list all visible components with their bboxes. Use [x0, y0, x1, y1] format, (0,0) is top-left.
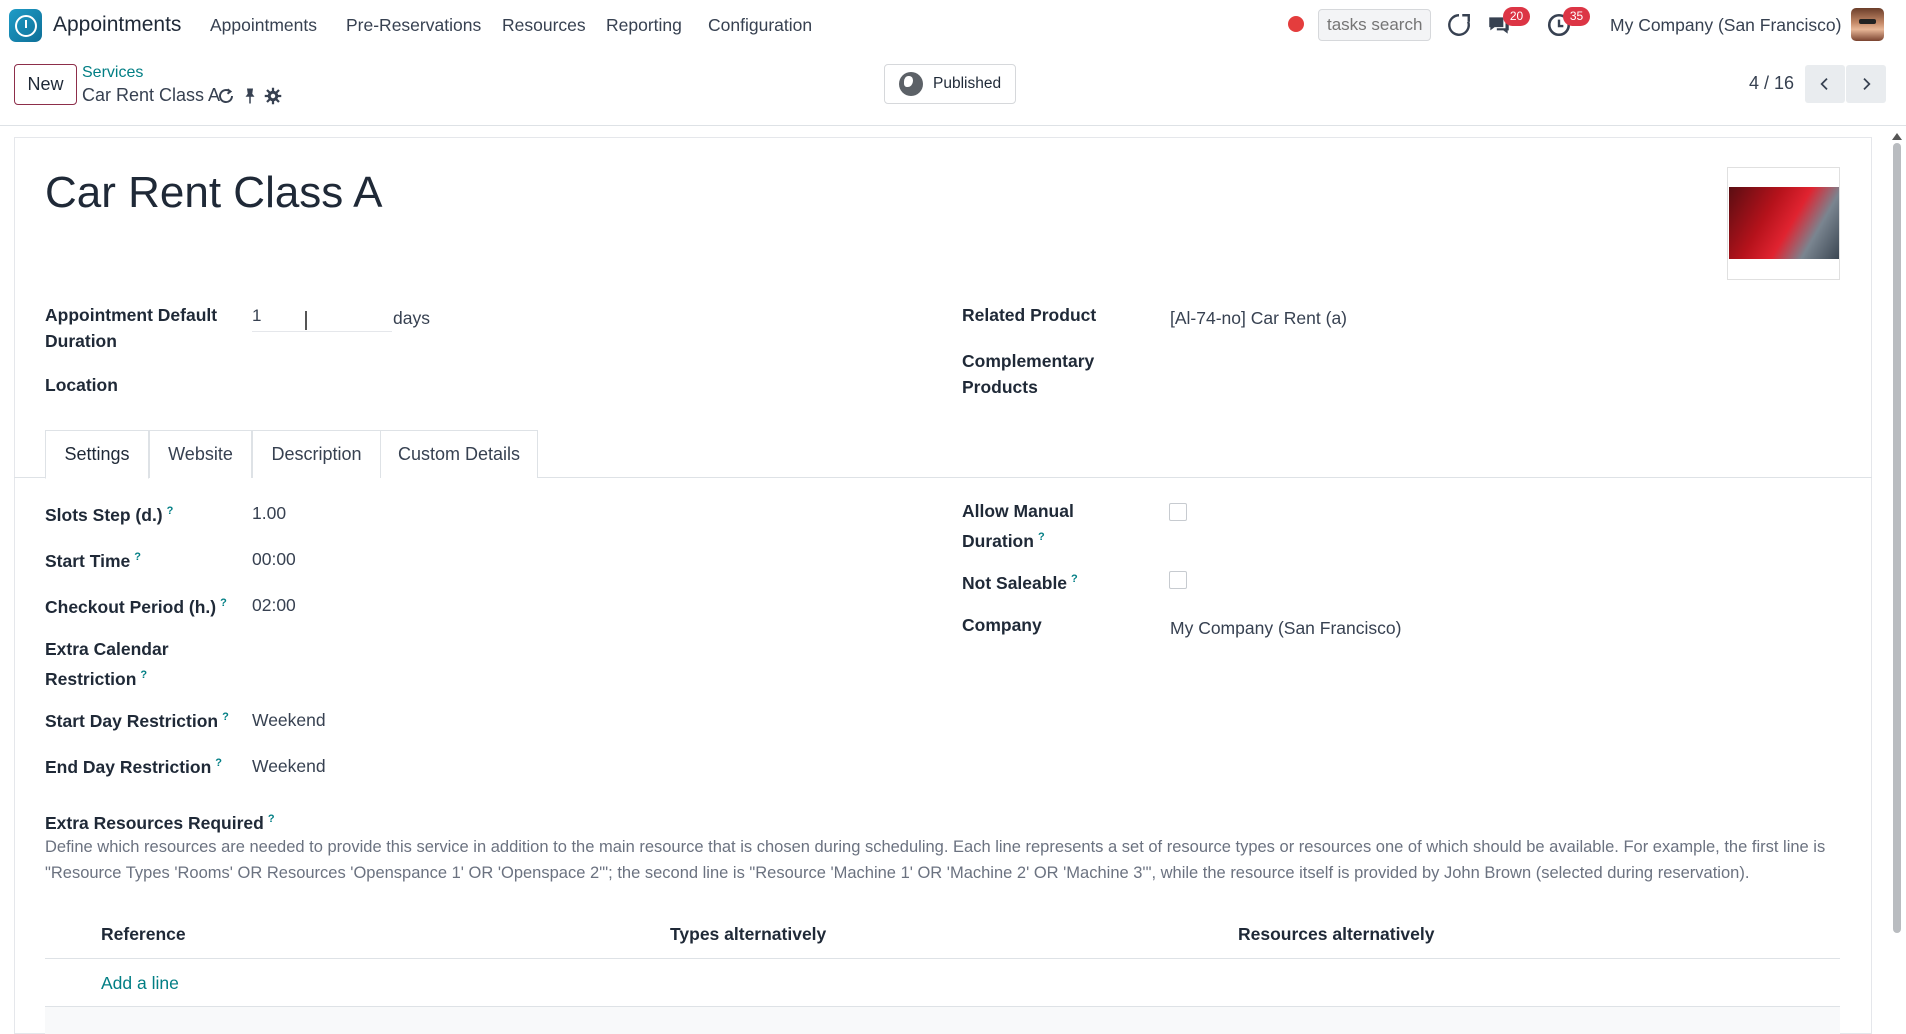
appointments-app-icon[interactable]: [9, 9, 42, 42]
gear-icon[interactable]: [264, 87, 282, 105]
control-panel: New Services Car Rent Class A Published …: [0, 50, 1906, 126]
form-sheet: [14, 137, 1872, 1034]
help-icon[interactable]: ?: [134, 551, 141, 563]
help-icon[interactable]: ?: [268, 813, 275, 825]
record-title[interactable]: Car Rent Class A: [45, 168, 382, 218]
related-product-value[interactable]: [Al-74-no] Car Rent (a): [1170, 308, 1347, 329]
chevron-right-icon: [1863, 78, 1871, 90]
duration-unit: days: [393, 308, 430, 328]
menu-reporting[interactable]: Reporting: [606, 15, 682, 36]
company-label: Company: [962, 615, 1042, 635]
record-indicator-icon[interactable]: [1288, 16, 1304, 32]
messages-badge: 20: [1503, 7, 1530, 26]
extra-resources-description: Define which resources are needed to pro…: [45, 838, 1826, 882]
car-photo: [1729, 187, 1839, 259]
complementary-products-label: Complementary Products: [962, 351, 1095, 397]
tab-custom-details[interactable]: Custom Details: [380, 430, 538, 478]
pager-previous-button[interactable]: [1805, 65, 1845, 103]
location-label: Location: [45, 375, 118, 395]
service-image[interactable]: [1727, 167, 1840, 280]
help-icon[interactable]: ?: [1038, 531, 1045, 543]
tab-settings[interactable]: Settings: [45, 430, 149, 479]
vertical-scrollbar[interactable]: [1893, 143, 1901, 933]
not-saleable-checkbox[interactable]: [1169, 571, 1187, 589]
help-icon[interactable]: ?: [222, 711, 229, 723]
checkout-period-value[interactable]: 02:00: [252, 595, 296, 616]
app-name[interactable]: Appointments: [53, 13, 181, 37]
duration-label: Appointment Default Duration: [45, 305, 218, 351]
slots-step-value[interactable]: 1.00: [252, 503, 286, 524]
help-icon[interactable]: ?: [167, 505, 174, 517]
activities-badge: 35: [1563, 7, 1590, 26]
tasks-search-input[interactable]: [1318, 9, 1431, 41]
menu-resources[interactable]: Resources: [502, 15, 586, 36]
end-day-restriction-value[interactable]: Weekend: [252, 756, 326, 777]
menu-appointments[interactable]: Appointments: [210, 15, 317, 36]
duration-value: 1: [252, 306, 262, 325]
scroll-up-arrow-icon[interactable]: [1892, 133, 1902, 140]
published-button[interactable]: Published: [884, 64, 1016, 104]
text-cursor: [305, 311, 313, 330]
company-value[interactable]: My Company (San Francisco): [1170, 618, 1401, 639]
user-avatar[interactable]: [1851, 8, 1884, 41]
allow-manual-duration-checkbox[interactable]: [1169, 503, 1187, 521]
globe-icon: [899, 72, 923, 96]
table-header-divider: [45, 958, 1840, 959]
menu-pre-reservations[interactable]: Pre-Reservations: [346, 15, 481, 36]
checkout-period-label: Checkout Period (h.)?: [45, 596, 227, 617]
table-footer: [45, 1007, 1840, 1034]
extra-resources-label: Extra Resources Required?: [45, 812, 275, 833]
column-header-types[interactable]: Types alternatively: [670, 924, 826, 945]
breadcrumb-current: Car Rent Class A: [82, 85, 221, 105]
duration-input[interactable]: 1: [252, 306, 392, 332]
pager-value[interactable]: 4 / 16: [1749, 73, 1794, 94]
help-icon[interactable]: ?: [220, 597, 227, 609]
help-icon[interactable]: ?: [215, 757, 222, 769]
start-day-restriction-value[interactable]: Weekend: [252, 710, 326, 731]
extra-calendar-label: Extra Calendar Restriction?: [45, 639, 169, 689]
menu-configuration[interactable]: Configuration: [708, 15, 812, 36]
related-product-label: Related Product: [962, 305, 1097, 325]
help-icon[interactable]: ?: [140, 669, 147, 681]
chevron-left-icon: [1820, 78, 1828, 90]
slots-step-label: Slots Step (d.)?: [45, 504, 174, 525]
tab-description[interactable]: Description: [252, 430, 381, 478]
end-day-restriction-label: End Day Restriction?: [45, 756, 223, 777]
published-label: Published: [933, 75, 1002, 92]
tab-website[interactable]: Website: [149, 430, 252, 478]
add-a-line-link[interactable]: Add a line: [101, 973, 179, 994]
breadcrumb-services[interactable]: Services: [82, 64, 143, 82]
top-navbar: Appointments Appointments Pre-Reservatio…: [0, 0, 1906, 50]
refresh-discuss-icon[interactable]: [1446, 12, 1472, 38]
new-button[interactable]: New: [14, 64, 77, 105]
notebook-tabs: Settings Website Description Custom Deta…: [14, 430, 1872, 479]
not-saleable-label: Not Saleable?: [962, 572, 1078, 593]
start-time-value[interactable]: 00:00: [252, 549, 296, 570]
start-day-restriction-label: Start Day Restriction?: [45, 710, 229, 731]
column-header-reference[interactable]: Reference: [101, 924, 186, 945]
refresh-icon[interactable]: [217, 87, 235, 105]
allow-manual-duration-label: Allow Manual Duration?: [962, 501, 1074, 551]
company-switcher[interactable]: My Company (San Francisco): [1610, 15, 1841, 36]
pin-icon[interactable]: [241, 87, 259, 105]
help-icon[interactable]: ?: [1071, 573, 1078, 585]
column-header-resources[interactable]: Resources alternatively: [1238, 924, 1435, 945]
pager-next-button[interactable]: [1846, 65, 1886, 103]
start-time-label: Start Time?: [45, 550, 141, 571]
